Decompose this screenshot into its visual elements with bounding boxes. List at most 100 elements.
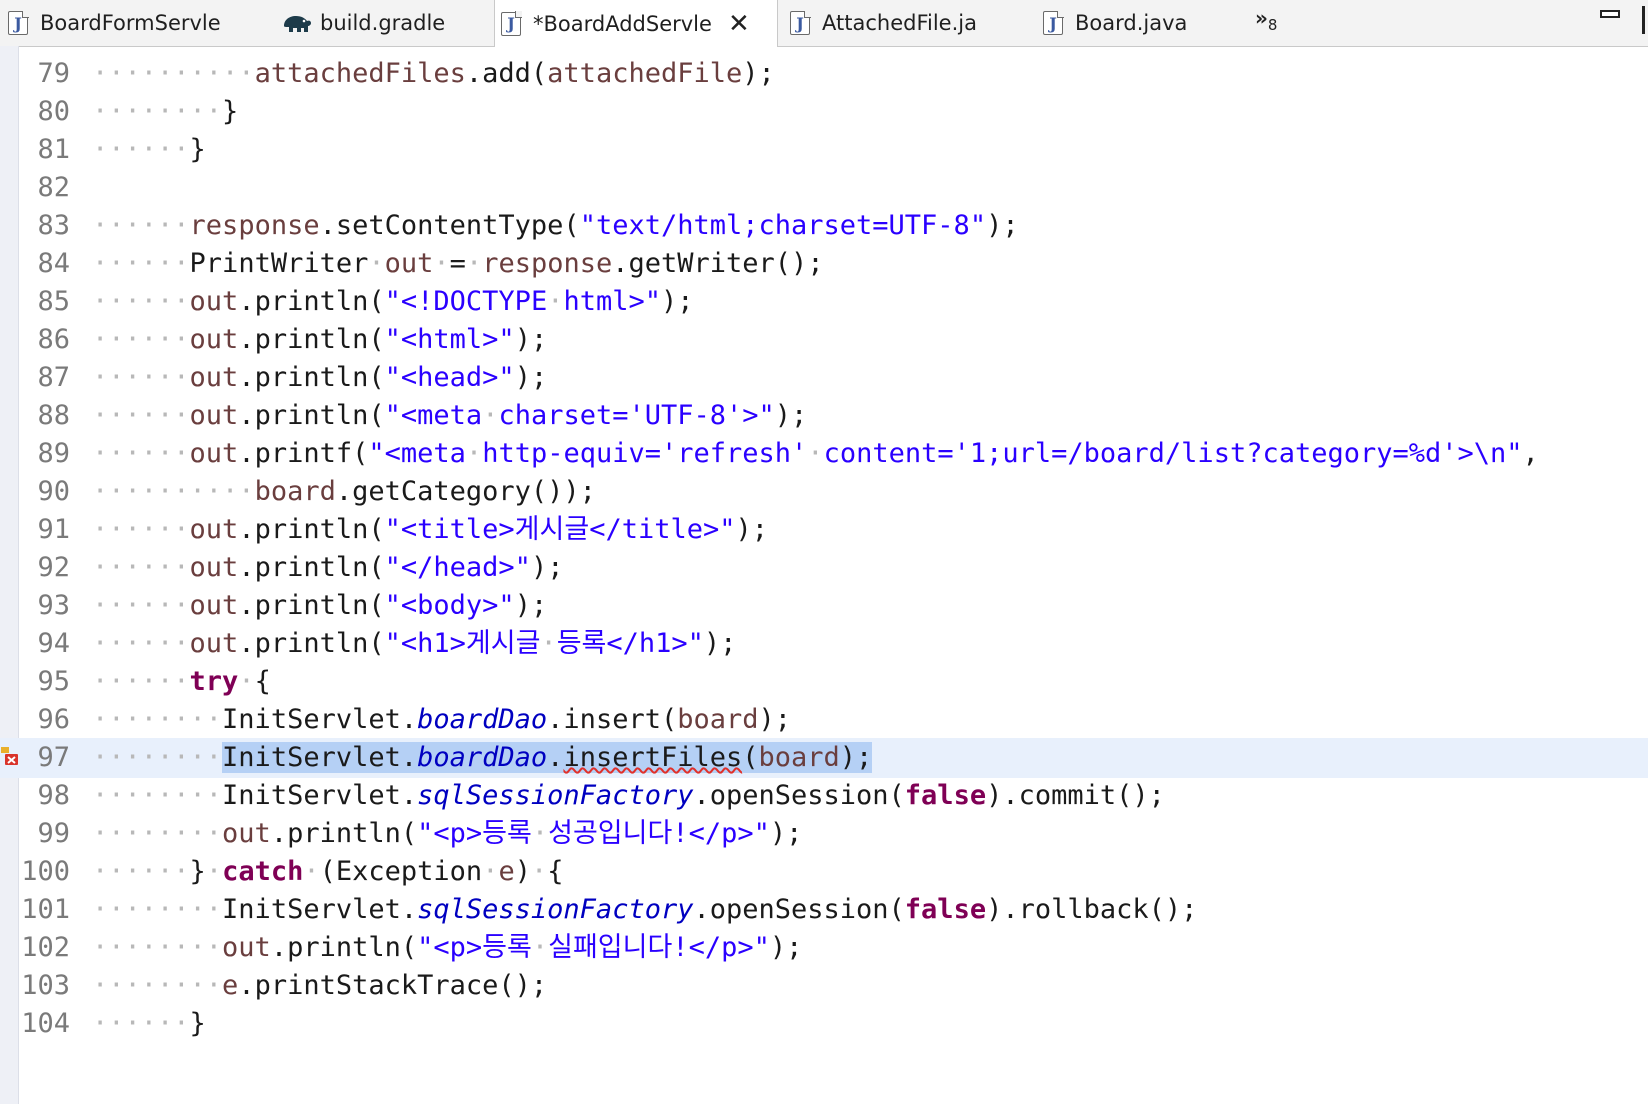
code-line[interactable]: 92 ······out.println("</head>"); [0,548,1648,588]
code-token: out [222,932,271,963]
code-line[interactable]: 81 ······} [0,130,1648,170]
java-file-icon: J [501,11,522,36]
code-token: 등록</h1>" [556,628,704,659]
code-token: InitServlet. [222,894,418,925]
code-token: ) [514,856,531,887]
code-token: , [1522,438,1539,469]
code-token: · [303,856,320,887]
code-line[interactable]: 94 ······out.println("<h1>게시글·등록</h1>"); [0,624,1648,664]
tab-boardaddservle[interactable]: J *BoardAddServle ✕ [494,0,778,47]
code-token: } [222,96,239,127]
code-line[interactable]: 98 ········InitServlet.sqlSessionFactory.… [0,776,1648,816]
code-token: attachedFiles [254,58,466,89]
code-token: .setContentType( [319,210,580,241]
code-text: ··········attachedFiles.add(attachedFile… [92,54,775,94]
overflow-count: 8 [1267,16,1278,34]
tab-attachedfile-ja[interactable]: J AttachedFile.ja [790,0,1030,46]
code-text: ······} [92,1004,206,1044]
code-token: "<meta [368,438,466,469]
tab-boardformservle[interactable]: J BoardFormServle [8,0,248,46]
tab-label: build.gradle [320,11,446,35]
line-number: 102 [21,932,70,963]
code-token: · [205,856,223,887]
line-number: 86 [37,324,70,355]
tab-board-java[interactable]: J Board.java [1043,0,1243,46]
code-token: PrintWriter [189,248,369,279]
code-token: } [189,134,206,165]
code-token: ); [769,818,803,849]
code-line[interactable]: 80 ········} [0,92,1648,132]
code-token: ).commit(); [986,780,1165,811]
code-line[interactable]: 102 ········out.println("<p>등록·실패입니다!</p>… [0,928,1648,968]
code-token: · [482,856,499,887]
maximize-icon[interactable] [1642,6,1645,34]
code-line[interactable]: 88 ······out.println("<meta·charset='UTF-… [0,396,1648,436]
code-line[interactable]: 85 ······out.println("<!DOCTYPE·html>"); [0,282,1648,322]
code-token: "<!DOCTYPE [384,286,548,317]
code-line[interactable]: 96 ········InitServlet.boardDao.insert(bo… [0,700,1648,740]
line-number: 98 [37,780,70,811]
code-line[interactable]: 100 ······}·catch·(Exception·e)·{ [0,852,1648,892]
code-line[interactable]: 84 ······PrintWriter·out·=·response.getWr… [0,244,1648,284]
code-token: InitServlet. [222,742,418,773]
code-token: .println( [270,818,418,849]
overflow-chevron-icon: » [1255,6,1268,30]
code-token: · [465,248,483,279]
code-line[interactable]: 101 ········InitServlet.sqlSessionFactory… [0,890,1648,930]
code-text: ······out.println("<!DOCTYPE·html>"); [92,282,694,322]
minimize-icon[interactable] [1600,10,1620,18]
code-token: .getWriter(); [612,248,824,279]
code-token: e [222,970,239,1001]
partial-line-78: ·················· [240,46,533,54]
line-number: 100 [21,856,70,887]
code-editor[interactable]: ·················· 79··········attachedF… [0,46,1648,1104]
line-number: 90 [37,476,70,507]
code-token: ······ [92,286,190,317]
line-number: 85 [37,286,70,317]
java-file-icon: J [1043,10,1064,35]
tab-build-gradle[interactable]: build.gradle [280,0,480,46]
code-token: ·········· [92,58,255,89]
code-line[interactable]: 99 ········out.println("<p>등록·성공입니다!</p>"… [0,814,1648,854]
code-line[interactable]: 82 [0,168,1648,208]
line-number: 82 [37,172,70,203]
tab-label: BoardFormServle [40,11,221,35]
close-tab-icon[interactable]: ✕ [728,11,750,37]
code-token: ········ [92,96,223,127]
error-marker-icon[interactable] [0,744,20,770]
code-token: out [189,438,239,469]
code-line[interactable]: 87 ······out.println("<head>"); [0,358,1648,398]
code-text: ······PrintWriter·out·=·response.getWrit… [92,244,824,284]
code-token: board [254,476,336,507]
code-line[interactable]: 91 ······out.println("<title>게시글</title>"… [0,510,1648,550]
code-token: out [189,400,239,431]
code-token: ········ [92,932,223,963]
code-line[interactable]: 103 ········e.printStackTrace(); [0,966,1648,1006]
code-token: { [254,666,271,697]
code-token: ); [839,742,873,773]
code-token: out [189,362,239,393]
code-token: ······ [92,362,190,393]
code-line[interactable]: 86 ······out.println("<html>"); [0,320,1648,360]
code-line[interactable]: 83 ······response.setContentType("text/ht… [0,206,1648,246]
code-line[interactable]: 90 ··········board.getCategory()); [0,472,1648,512]
code-token: content='1;url=/board/list?category=%d'>… [823,438,1523,469]
code-token: "<meta [384,400,483,431]
code-line[interactable]: 104 ······} [0,1004,1648,1044]
code-line[interactable]: 79 ··········attachedFiles.add(attachedFi… [0,54,1648,94]
line-number: 80 [37,96,70,127]
code-token: { [547,856,564,887]
code-line[interactable]: 95 ······try·{ [0,662,1648,702]
tab-overflow-button[interactable]: »8 [1255,6,1277,34]
code-line[interactable]: 89 ······out.printf("<meta·http-equiv='re… [0,434,1648,474]
code-text: ······out.println("</head>"); [92,548,563,588]
code-text: ······out.println("<h1>게시글·등록</h1>"); [92,624,736,664]
line-number: 92 [37,552,70,583]
code-line[interactable]: 97 ········InitServlet.boardDao.insertFil… [0,738,1648,778]
code-token: ······ [92,552,190,583]
code-token: } [189,856,206,887]
code-token: out [189,628,239,659]
code-line[interactable]: 93 ······out.println("<body>"); [0,586,1648,626]
code-token: ); [661,286,694,317]
code-text: ········InitServlet.boardDao.insertFiles… [92,738,873,778]
